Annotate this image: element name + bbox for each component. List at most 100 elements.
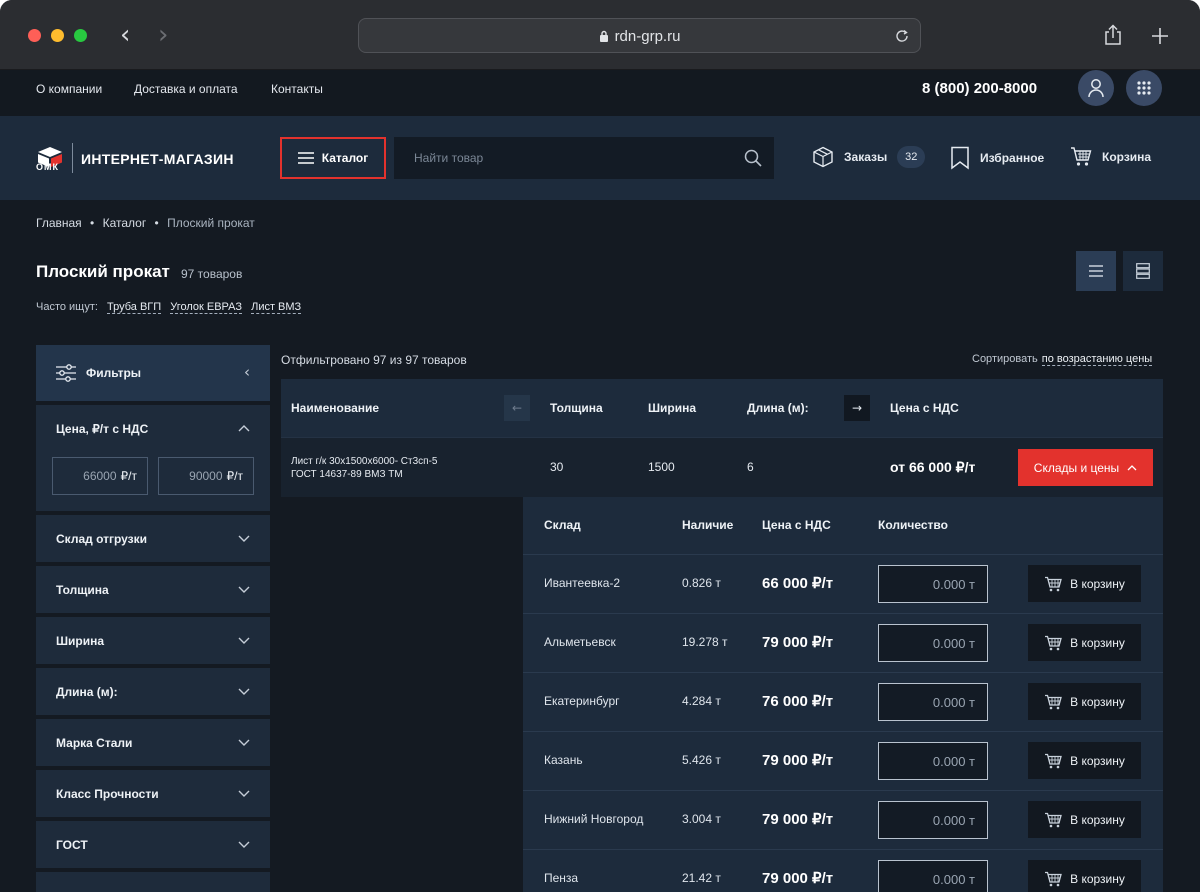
add-to-cart-label: В корзину [1070, 576, 1125, 591]
cart-link[interactable]: Корзина [1070, 146, 1151, 168]
filters-title: Фильтры [86, 366, 142, 380]
warehouse-price: 79 000 ₽/т [762, 634, 834, 651]
search-field[interactable]: Найти товар [394, 137, 774, 179]
filter-warehouse[interactable]: Склад отгрузки [36, 515, 270, 562]
quantity-input[interactable]: 0.000 т [878, 565, 988, 603]
view-list-button[interactable] [1076, 251, 1116, 291]
filtered-count: Отфильтровано 97 из 97 товаров [281, 353, 467, 367]
price-to-value: 90000 [189, 469, 223, 483]
phone-number[interactable]: 8 (800) 200-8000 [922, 80, 1037, 97]
add-to-cart-button[interactable]: В корзину [1028, 565, 1141, 602]
column-availability: Наличие [682, 518, 734, 532]
apps-button[interactable] [1126, 70, 1162, 106]
column-price[interactable]: Цена с НДС [890, 401, 959, 415]
filter-group-label: Класс Прочности [56, 787, 159, 801]
scroll-right-arrow-icon[interactable]: → [844, 395, 870, 421]
breadcrumb-separator: • [154, 216, 159, 230]
filter-strength-class[interactable]: Класс Прочности [36, 770, 270, 817]
scroll-left-arrow-icon[interactable]: ← [504, 395, 530, 421]
profile-button[interactable] [1078, 70, 1114, 106]
favorites-link[interactable]: Избранное [950, 146, 1044, 170]
warehouse-name: Нижний Новгород [544, 812, 644, 826]
add-to-cart-button[interactable]: В корзину [1028, 624, 1141, 661]
price-unit: ₽/т [120, 469, 137, 483]
maximize-window-button[interactable] [74, 29, 87, 42]
breadcrumb: Главная • Каталог • Плоский прокат [36, 216, 255, 230]
link-delivery[interactable]: Доставка и оплата [134, 82, 238, 96]
cart-icon [1045, 635, 1062, 650]
breadcrumb-catalog[interactable]: Каталог [103, 216, 147, 230]
warehouse-name: Казань [544, 753, 583, 767]
quantity-input[interactable]: 0.000 т [878, 624, 988, 662]
collapse-chevron-icon[interactable]: ‹ [244, 363, 250, 381]
link-contacts[interactable]: Контакты [271, 82, 323, 96]
filter-length[interactable]: Длина (м): [36, 668, 270, 715]
price-from-input[interactable]: 66000 ₽/т [52, 457, 148, 495]
price-to-input[interactable]: 90000 ₽/т [158, 457, 254, 495]
link-about[interactable]: О компании [36, 82, 102, 96]
chevron-up-icon[interactable] [238, 424, 250, 432]
stock-prices-button[interactable]: Склады и цены [1018, 449, 1153, 486]
warehouse-name: Екатеринбург [544, 694, 620, 708]
orders-link[interactable]: Заказы 32 [812, 146, 926, 168]
cart-icon [1045, 812, 1062, 827]
share-icon[interactable] [1103, 24, 1123, 46]
column-thickness[interactable]: Толщина [550, 401, 603, 415]
column-width[interactable]: Ширина [648, 401, 696, 415]
add-to-cart-label: В корзину [1070, 635, 1125, 650]
filter-next-group[interactable] [36, 872, 270, 892]
back-arrow-icon[interactable]: ‹ [120, 20, 130, 50]
availability-value: 0.826 т [682, 576, 721, 590]
breadcrumb-current: Плоский прокат [167, 216, 255, 230]
chevron-down-icon [238, 790, 250, 797]
product-name-line: ГОСТ 14637-89 ВМЗ ТМ [291, 469, 403, 480]
filters-header[interactable]: Фильтры ‹ [36, 345, 270, 401]
reload-icon[interactable] [894, 28, 910, 44]
sort-select[interactable]: по возрастанию цены [1041, 353, 1153, 366]
product-width: 1500 [648, 460, 675, 474]
warehouse-price: 79 000 ₽/т [762, 752, 834, 769]
warehouse-price: 79 000 ₽/т [762, 811, 834, 828]
filter-steel-grade[interactable]: Марка Стали [36, 719, 270, 766]
popular-tag[interactable]: Лист ВМЗ [251, 301, 302, 314]
add-to-cart-label: В корзину [1070, 871, 1125, 886]
add-to-cart-label: В корзину [1070, 694, 1125, 709]
column-name[interactable]: Наименование [291, 401, 379, 415]
add-to-cart-button[interactable]: В корзину [1028, 801, 1141, 838]
filter-width[interactable]: Ширина [36, 617, 270, 664]
quantity-input[interactable]: 0.000 т [878, 801, 988, 839]
sort-label: Сортировать [972, 353, 1038, 365]
filter-price: Цена, ₽/т с НДС 66000 ₽/т 90000 ₽/т [36, 405, 270, 511]
new-tab-icon[interactable] [1151, 27, 1169, 45]
cart-icon [1045, 871, 1062, 886]
product-name[interactable]: Лист г/к 30х1500х6000- Ст3сп-5 ГОСТ 1463… [291, 455, 437, 481]
logo-text[interactable]: ИНТЕРНЕТ-МАГАЗИН [81, 151, 234, 167]
search-placeholder: Найти товар [414, 151, 484, 165]
quantity-input[interactable]: 0.000 т [878, 742, 988, 780]
warehouse-name: Пенза [544, 871, 579, 885]
close-window-button[interactable] [28, 29, 41, 42]
view-table-button[interactable] [1123, 251, 1163, 291]
product-count: 97 товаров [181, 267, 243, 281]
quantity-input[interactable]: 0.000 т [878, 860, 988, 892]
table-row[interactable]: Лист г/к 30х1500х6000- Ст3сп-5 ГОСТ 1463… [281, 437, 1163, 497]
add-to-cart-button[interactable]: В корзину [1028, 683, 1141, 720]
filter-gost[interactable]: ГОСТ [36, 821, 270, 868]
filter-group-label: Длина (м): [56, 685, 118, 699]
minimize-window-button[interactable] [51, 29, 64, 42]
forward-arrow-icon[interactable]: › [158, 20, 168, 50]
catalog-button[interactable]: Каталог [280, 137, 386, 179]
quantity-input[interactable]: 0.000 т [878, 683, 988, 721]
popular-tag[interactable]: Труба ВГП [107, 301, 162, 314]
add-to-cart-button[interactable]: В корзину [1028, 860, 1141, 892]
add-to-cart-button[interactable]: В корзину [1028, 742, 1141, 779]
column-length[interactable]: Длина (м): [747, 401, 809, 415]
breadcrumb-home[interactable]: Главная [36, 216, 82, 230]
search-icon[interactable] [744, 149, 762, 167]
popular-tag[interactable]: Уголок ЕВРАЗ [170, 301, 243, 314]
filter-thickness[interactable]: Толщина [36, 566, 270, 613]
availability-value: 21.42 т [682, 871, 721, 885]
url-text: rdn-grp.ru [614, 28, 681, 45]
address-bar[interactable]: rdn-grp.ru [358, 18, 921, 53]
cart-icon [1045, 694, 1062, 709]
